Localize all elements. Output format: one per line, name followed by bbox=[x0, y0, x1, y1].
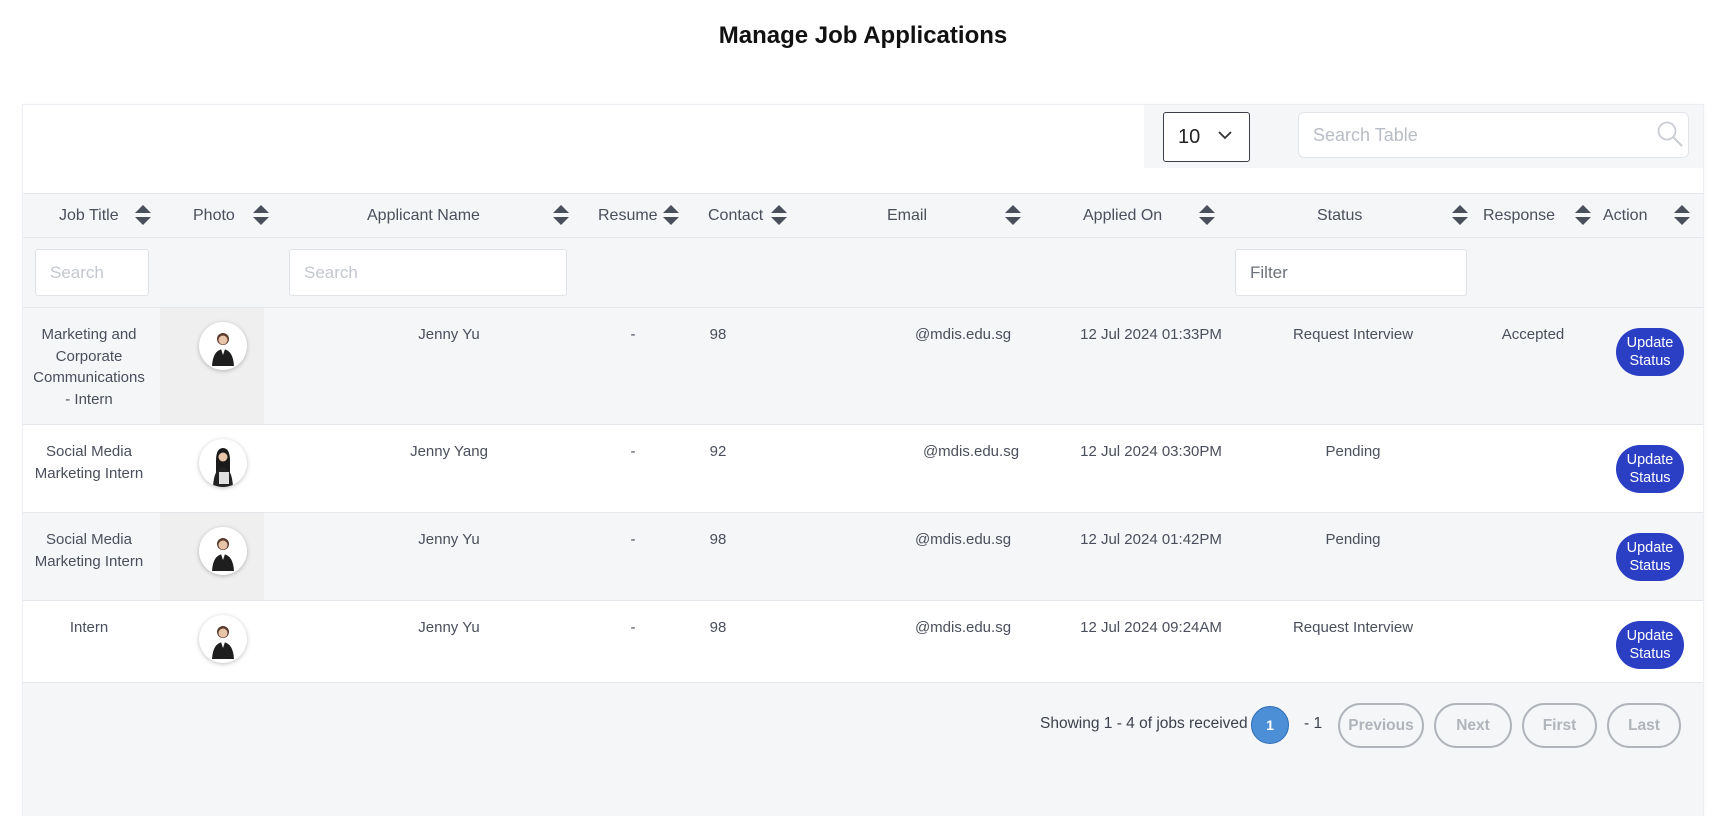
status-cell: Pending bbox=[1325, 443, 1381, 460]
resume-cell: - bbox=[630, 619, 636, 636]
page-1-button[interactable]: 1 bbox=[1251, 706, 1289, 744]
first-button[interactable]: First bbox=[1522, 703, 1597, 748]
header-status[interactable]: Status bbox=[1317, 194, 1362, 237]
job-title-cell: Marketing and Corporate Communications -… bbox=[33, 326, 145, 408]
applicant-name-cell: Jenny Yang bbox=[410, 443, 488, 460]
table-toolbar: 10 bbox=[23, 105, 1703, 193]
resume-cell: - bbox=[630, 531, 636, 548]
applications-table-card: 10 Job Title Photo Applicant Name Resume… bbox=[22, 104, 1704, 816]
status-cell: Request Interview bbox=[1292, 619, 1414, 636]
contact-cell: 98 bbox=[709, 619, 727, 636]
sort-icon[interactable] bbox=[1673, 204, 1691, 226]
applicant-name-search-input[interactable] bbox=[289, 249, 567, 296]
header-applied-on[interactable]: Applied On bbox=[1083, 194, 1162, 237]
applicant-avatar bbox=[199, 615, 247, 663]
table-header-row: Job Title Photo Applicant Name Resume Co… bbox=[23, 193, 1703, 238]
person-icon bbox=[212, 626, 234, 659]
person-icon bbox=[213, 448, 233, 487]
page-size-value: 10 bbox=[1178, 125, 1201, 148]
applied-on-cell: 12 Jul 2024 03:30PM bbox=[1080, 443, 1222, 460]
status-cell: Request Interview bbox=[1292, 326, 1414, 343]
job-title-search-input[interactable] bbox=[35, 249, 149, 296]
resume-cell: - bbox=[630, 326, 636, 343]
sort-icon[interactable] bbox=[770, 204, 788, 226]
sort-icon[interactable] bbox=[252, 204, 270, 226]
table-filter-row bbox=[23, 238, 1703, 308]
applied-on-cell: 12 Jul 2024 01:42PM bbox=[1080, 531, 1222, 548]
header-action[interactable]: Action bbox=[1603, 194, 1647, 237]
job-title-cell: Intern bbox=[69, 619, 109, 636]
applicant-name-cell: Jenny Yu bbox=[418, 531, 480, 548]
contact-cell: 92 bbox=[709, 443, 727, 460]
applied-on-cell: 12 Jul 2024 01:33PM bbox=[1080, 326, 1222, 343]
next-button[interactable]: Next bbox=[1434, 703, 1512, 748]
search-icon[interactable] bbox=[1656, 120, 1684, 148]
update-status-button[interactable]: Update Status bbox=[1616, 533, 1684, 581]
pagination-footer: Showing 1 - 4 of jobs received 1 - 1 Pre… bbox=[23, 683, 1703, 816]
status-cell: Pending bbox=[1325, 531, 1381, 548]
applicant-avatar bbox=[199, 527, 247, 575]
applicant-name-cell: Jenny Yu bbox=[418, 326, 480, 343]
table-row: Intern Jenny Yu - 98 @mdis.edu.sg 12 Jul… bbox=[23, 601, 1703, 683]
sort-icon[interactable] bbox=[552, 204, 570, 226]
sort-icon[interactable] bbox=[1198, 204, 1216, 226]
last-button[interactable]: Last bbox=[1607, 703, 1681, 748]
search-table-input[interactable] bbox=[1298, 112, 1689, 158]
job-title-cell: Social Media Marketing Intern bbox=[34, 531, 144, 570]
sort-icon[interactable] bbox=[1451, 204, 1469, 226]
sort-icon[interactable] bbox=[662, 204, 680, 226]
header-job-title[interactable]: Job Title bbox=[59, 194, 119, 237]
chevron-down-icon bbox=[1218, 131, 1232, 140]
person-icon bbox=[212, 538, 234, 571]
email-cell: @mdis.edu.sg bbox=[914, 326, 1012, 343]
sort-icon[interactable] bbox=[1004, 204, 1022, 226]
header-response[interactable]: Response bbox=[1483, 194, 1555, 237]
update-status-button[interactable]: Update Status bbox=[1616, 621, 1684, 669]
previous-button[interactable]: Previous bbox=[1338, 703, 1424, 748]
response-cell: Accepted bbox=[1501, 326, 1565, 343]
status-filter-input[interactable] bbox=[1235, 249, 1467, 296]
header-contact[interactable]: Contact bbox=[708, 194, 763, 237]
resume-cell: - bbox=[630, 443, 636, 460]
header-applicant-name[interactable]: Applicant Name bbox=[367, 194, 480, 237]
person-icon bbox=[212, 333, 234, 366]
header-email[interactable]: Email bbox=[887, 194, 927, 237]
table-row: Social Media Marketing Intern Jenny Yang… bbox=[23, 425, 1703, 513]
update-status-button[interactable]: Update Status bbox=[1616, 445, 1684, 493]
showing-summary: Showing 1 - 4 of jobs received bbox=[1040, 715, 1248, 732]
applicant-avatar bbox=[199, 439, 247, 487]
table-row: Marketing and Corporate Communications -… bbox=[23, 308, 1703, 425]
page-size-select[interactable]: 10 bbox=[1163, 112, 1250, 162]
total-pages: - 1 bbox=[1304, 715, 1323, 732]
applicant-name-cell: Jenny Yu bbox=[418, 619, 480, 636]
contact-cell: 98 bbox=[709, 531, 727, 548]
email-cell: @mdis.edu.sg bbox=[914, 619, 1012, 636]
email-cell: @mdis.edu.sg bbox=[914, 531, 1012, 548]
sort-icon[interactable] bbox=[1574, 204, 1592, 226]
table-row: Social Media Marketing Intern Jenny Yu -… bbox=[23, 513, 1703, 601]
update-status-button[interactable]: Update Status bbox=[1616, 328, 1684, 376]
job-title-cell: Social Media Marketing Intern bbox=[34, 443, 144, 482]
applied-on-cell: 12 Jul 2024 09:24AM bbox=[1080, 619, 1222, 636]
page-title: Manage Job Applications bbox=[718, 22, 1008, 49]
header-photo[interactable]: Photo bbox=[193, 194, 235, 237]
email-cell: @mdis.edu.sg bbox=[922, 443, 1020, 460]
applicant-avatar bbox=[199, 322, 247, 370]
sort-icon[interactable] bbox=[134, 204, 152, 226]
header-resume[interactable]: Resume bbox=[598, 194, 658, 237]
contact-cell: 98 bbox=[709, 326, 727, 343]
